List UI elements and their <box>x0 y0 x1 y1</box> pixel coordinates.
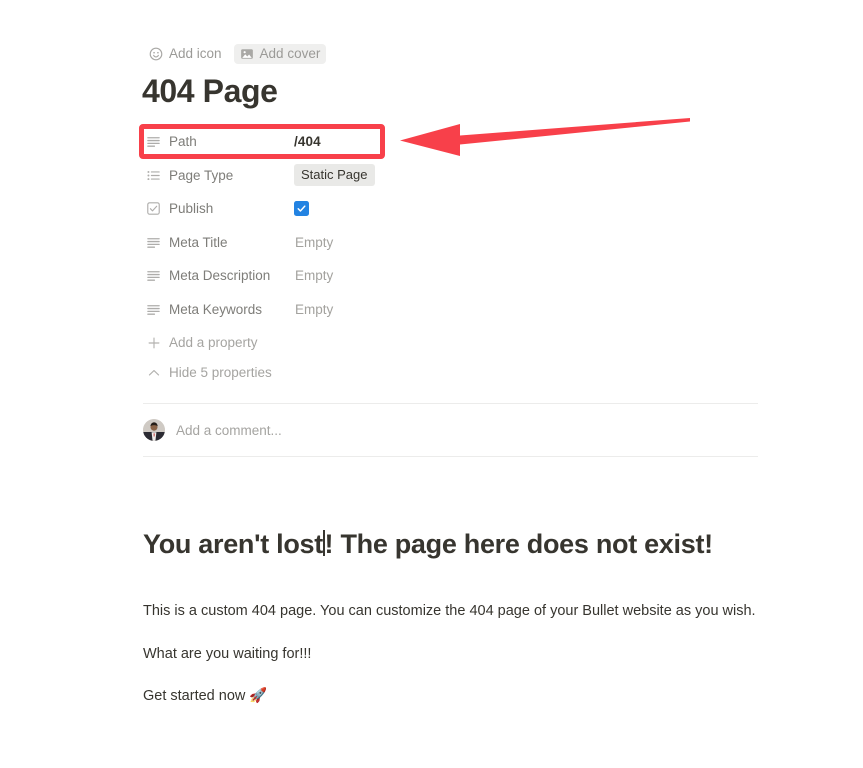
checkbox-icon <box>146 201 161 216</box>
page-meta-actions: Add icon Add cover <box>143 44 327 64</box>
property-label-page-type[interactable]: Page Type <box>143 168 294 183</box>
text-cursor <box>322 530 325 556</box>
property-name: Page Type <box>169 167 234 183</box>
chevron-up-icon <box>146 365 161 380</box>
divider-above-comment <box>143 403 758 404</box>
property-name: Path <box>169 134 197 149</box>
hide-properties-button[interactable]: Hide 5 properties <box>143 359 663 386</box>
property-value-publish[interactable] <box>294 198 309 220</box>
content-heading-part2: ! The page here does not exist! <box>324 529 714 559</box>
content-paragraph-3[interactable]: Get started now 🚀 <box>143 686 267 708</box>
property-row-path: Path /404 <box>143 128 663 155</box>
property-value-meta-keywords[interactable]: Empty <box>294 298 333 320</box>
notion-page: Add icon Add cover 404 Page Path /404 Pa… <box>0 0 863 768</box>
page-type-tag: Static Page <box>294 164 375 186</box>
add-icon-label: Add icon <box>169 46 222 62</box>
property-value-meta-title[interactable]: Empty <box>294 231 333 253</box>
hide-properties-label: Hide 5 properties <box>169 365 272 380</box>
property-list-footer: Add a property Hide 5 properties <box>143 329 663 386</box>
property-row-meta-description: Meta Description Empty <box>143 262 663 289</box>
text-lines-icon <box>146 134 161 149</box>
publish-checkbox[interactable] <box>294 201 309 216</box>
text-lines-icon <box>146 235 161 250</box>
property-label-meta-description[interactable]: Meta Description <box>143 268 294 283</box>
property-name: Meta Keywords <box>169 301 263 317</box>
property-row-publish: Publish <box>143 195 663 222</box>
property-label-path[interactable]: Path <box>143 134 294 149</box>
content-paragraph-1[interactable]: This is a custom 404 page. You can custo… <box>143 601 756 623</box>
property-row-page-type: Page Type Static Page <box>143 162 663 189</box>
image-icon <box>240 47 254 61</box>
property-name: Publish <box>169 201 214 216</box>
plus-icon <box>146 335 161 350</box>
page-title[interactable]: 404 Page <box>142 72 278 110</box>
property-list: Path /404 Page Type Static Page Publish … <box>143 128 663 389</box>
property-label-publish[interactable]: Publish <box>143 201 294 216</box>
content-paragraph-2[interactable]: What are you waiting for!!! <box>143 644 311 666</box>
content-heading[interactable]: You aren't lost! The page here does not … <box>143 527 713 562</box>
add-cover-label: Add cover <box>259 46 321 62</box>
property-row-meta-title: Meta Title Empty <box>143 229 663 256</box>
property-value-meta-description[interactable]: Empty <box>294 265 333 287</box>
text-lines-icon <box>146 302 161 317</box>
select-list-icon <box>146 168 161 183</box>
add-property-label: Add a property <box>169 335 258 350</box>
property-value-path[interactable]: /404 <box>294 131 321 153</box>
property-name: Meta Description <box>169 268 271 283</box>
add-icon-button[interactable]: Add icon <box>143 44 228 64</box>
divider-below-comment <box>143 456 758 457</box>
property-label-meta-keywords[interactable]: Meta Keywords <box>143 302 294 317</box>
add-property-button[interactable]: Add a property <box>143 329 663 356</box>
property-name: Meta Title <box>169 234 228 250</box>
avatar <box>143 419 165 441</box>
add-cover-button[interactable]: Add cover <box>233 44 327 64</box>
smiley-icon <box>149 47 163 61</box>
text-lines-icon <box>146 268 161 283</box>
property-row-meta-keywords: Meta Keywords Empty <box>143 296 663 323</box>
content-heading-part1: You aren't lost <box>143 529 323 559</box>
add-comment-row[interactable]: Add a comment... <box>143 419 282 441</box>
property-label-meta-title[interactable]: Meta Title <box>143 235 294 250</box>
property-value-page-type[interactable]: Static Page <box>294 164 375 186</box>
comment-placeholder: Add a comment... <box>176 422 282 438</box>
